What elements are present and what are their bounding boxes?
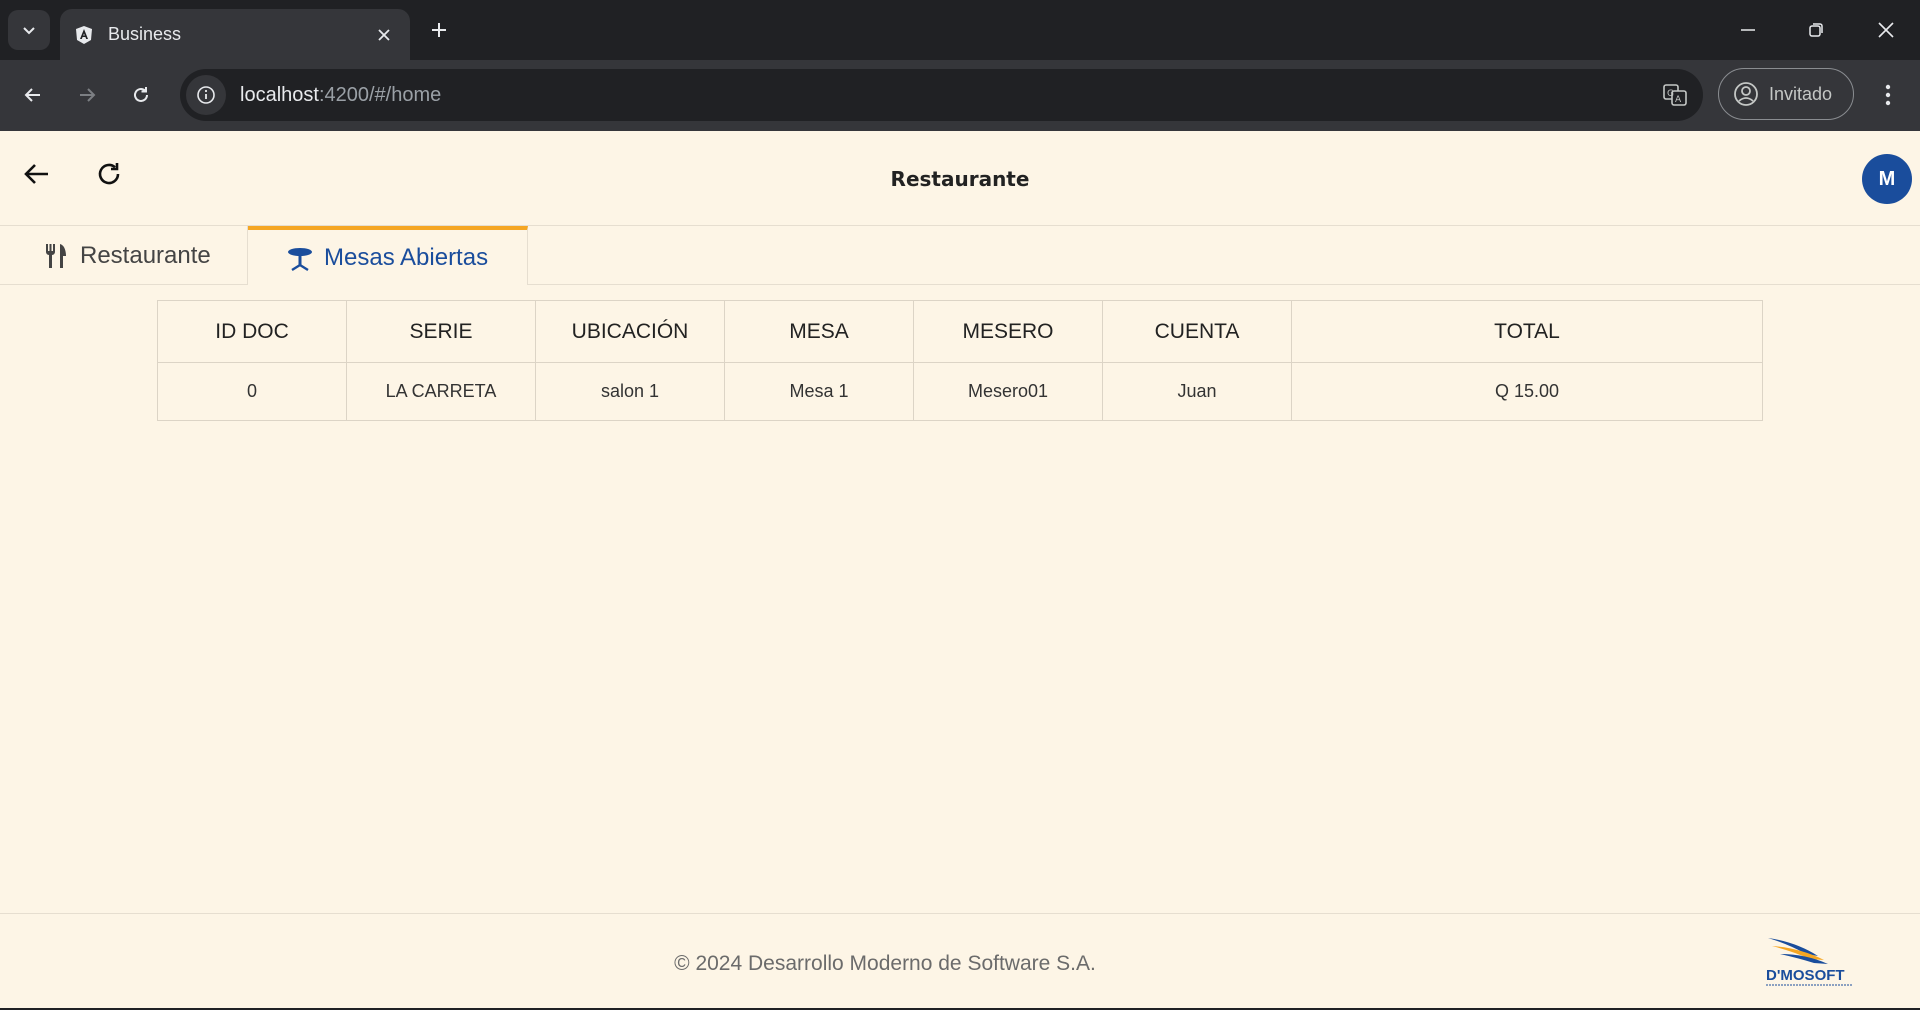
column-header[interactable]: CUENTA xyxy=(1102,300,1292,363)
close-icon xyxy=(1878,22,1894,38)
table-cell: Mesero01 xyxy=(913,362,1103,421)
column-header[interactable]: MESERO xyxy=(913,300,1103,363)
tab-title: Business xyxy=(108,24,182,44)
arrow-right-icon xyxy=(80,88,96,102)
arrow-left-icon xyxy=(24,88,40,102)
table-cell: salon 1 xyxy=(535,362,725,421)
minimize-icon xyxy=(1741,29,1755,31)
account-circle-icon xyxy=(1734,82,1758,106)
open-tables-grid: ID DOC SERIE UBICACIÓN MESA MESERO CUENT… xyxy=(157,300,1763,421)
browser-menu-button[interactable] xyxy=(1870,76,1906,114)
restore-icon xyxy=(1809,23,1823,37)
new-tab-button[interactable] xyxy=(424,15,454,45)
svg-text:A: A xyxy=(1675,95,1682,105)
column-header[interactable]: TOTAL xyxy=(1291,300,1763,363)
profile-button[interactable]: Invitado xyxy=(1718,68,1854,120)
tab-restaurante-label: Restaurante xyxy=(80,241,211,269)
svg-text:D'MOSOFT: D'MOSOFT xyxy=(1766,967,1845,984)
page-tabs: Restaurante Mesas Abiertas xyxy=(0,226,1920,285)
table-cell: Mesa 1 xyxy=(724,362,914,421)
table-cell: 0 xyxy=(157,362,347,421)
table-header-row: ID DOC SERIE UBICACIÓN MESA MESERO CUENT… xyxy=(157,300,1763,363)
forward-button[interactable] xyxy=(68,76,106,114)
footer: © 2024 Desarrollo Moderno de Software S.… xyxy=(0,913,1920,1010)
table-cell: Juan xyxy=(1102,362,1292,421)
translate-icon[interactable]: GA xyxy=(1659,79,1691,111)
restore-button[interactable] xyxy=(1788,10,1844,50)
table-cell: Q 15.00 xyxy=(1291,362,1763,421)
copyright-text: © 2024 Desarrollo Moderno de Software S.… xyxy=(674,952,1096,975)
column-header[interactable]: UBICACIÓN xyxy=(535,300,725,363)
svg-text:G: G xyxy=(1667,89,1674,99)
reload-icon xyxy=(134,87,148,102)
reload-button[interactable] xyxy=(122,76,160,114)
profile-label: Invitado xyxy=(1769,83,1833,104)
close-window-button[interactable] xyxy=(1858,10,1914,50)
company-logo: D'MOSOFT xyxy=(1766,932,1856,992)
more-vert-icon xyxy=(1885,84,1891,106)
url-text: localhost:4200/#/home xyxy=(240,83,442,106)
tab-search-button[interactable] xyxy=(8,10,50,50)
table-row[interactable]: 0 LA CARRETA salon 1 Mesa 1 Mesero01 Jua… xyxy=(157,362,1763,421)
chevron-down-icon xyxy=(23,27,35,35)
back-button[interactable] xyxy=(14,76,52,114)
browser-toolbar: localhost:4200/#/home GA Invitado xyxy=(0,60,1920,131)
plus-icon xyxy=(432,23,446,37)
address-bar[interactable]: localhost:4200/#/home GA xyxy=(180,69,1703,121)
column-header[interactable]: ID DOC xyxy=(157,300,347,363)
column-header[interactable]: MESA xyxy=(724,300,914,363)
tab-restaurante[interactable]: Restaurante xyxy=(0,226,248,285)
avatar[interactable]: M xyxy=(1862,154,1912,204)
site-info-icon[interactable] xyxy=(186,75,226,115)
browser-tab[interactable]: Business xyxy=(60,9,410,60)
table-icon xyxy=(286,244,314,272)
app-header: Restaurante M xyxy=(0,131,1920,226)
table-cell: LA CARRETA xyxy=(346,362,536,421)
tab-mesas-abiertas[interactable]: Mesas Abiertas xyxy=(248,226,528,285)
minimize-button[interactable] xyxy=(1720,10,1776,50)
page-title: Restaurante xyxy=(890,167,1030,191)
utensils-icon xyxy=(42,242,70,270)
tab-mesas-label: Mesas Abiertas xyxy=(324,243,489,271)
app-page: Restaurante M Restaurante Mesas Abiertas… xyxy=(0,131,1920,1010)
angular-icon xyxy=(74,25,94,45)
column-header[interactable]: SERIE xyxy=(346,300,536,363)
close-icon[interactable] xyxy=(372,23,396,47)
browser-tabstrip: Business xyxy=(0,0,1920,60)
